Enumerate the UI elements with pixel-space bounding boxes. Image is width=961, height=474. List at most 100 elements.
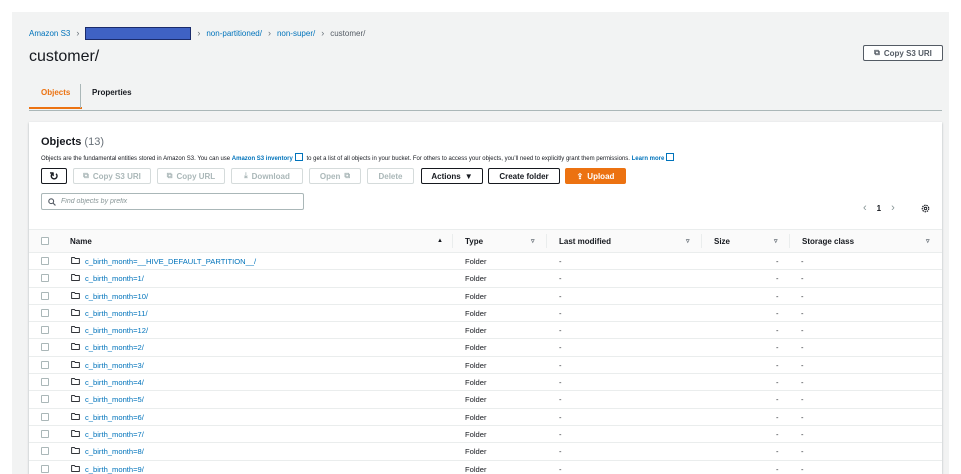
column-header-name[interactable]: Name <box>70 237 92 246</box>
object-size: - <box>776 343 779 353</box>
row-checkbox[interactable] <box>41 395 49 404</box>
row-checkbox[interactable] <box>41 429 49 438</box>
s3-inventory-link[interactable]: Amazon S3 inventory <box>232 156 293 162</box>
table-row[interactable]: c_birth_month=5/ Folder - - - <box>29 391 942 409</box>
object-name-link[interactable]: c_birth_month=5/ <box>85 395 144 404</box>
table-row[interactable]: c_birth_month=__HIVE_DEFAULT_PARTITION__… <box>29 253 942 271</box>
object-name-link[interactable]: c_birth_month=10/ <box>85 292 148 301</box>
table-row[interactable]: c_birth_month=2/ Folder - - - <box>29 339 942 357</box>
table-row[interactable]: c_birth_month=9/ Folder - - - <box>29 461 942 474</box>
breadcrumb-non-super[interactable]: non-super/ <box>277 29 315 38</box>
row-checkbox[interactable] <box>41 343 49 352</box>
column-header-size[interactable]: Size <box>714 237 730 246</box>
upload-button[interactable]: ⇪ Upload <box>565 168 626 184</box>
table-row[interactable]: c_birth_month=8/ Folder - - - <box>29 443 942 461</box>
open-button[interactable]: Open ⧉ <box>309 168 361 184</box>
object-size: - <box>776 412 779 422</box>
object-size: - <box>776 274 779 284</box>
table-row[interactable]: c_birth_month=6/ Folder - - - <box>29 409 942 426</box>
object-name-link[interactable]: c_birth_month=6/ <box>85 413 144 422</box>
copy-s3-uri-toolbar-button[interactable]: ⧉ Copy S3 URI <box>73 168 151 184</box>
object-type: Folder <box>465 308 487 318</box>
object-size: - <box>776 447 779 457</box>
object-name-link[interactable]: c_birth_month=3/ <box>85 361 144 370</box>
row-checkbox[interactable] <box>41 326 49 335</box>
breadcrumb-current: customer/ <box>330 28 366 38</box>
object-storage-class: - <box>801 291 804 301</box>
objects-heading: Objects (13) <box>41 136 104 148</box>
create-folder-button[interactable]: Create folder <box>488 168 560 184</box>
table-row[interactable]: c_birth_month=4/ Folder - - - <box>29 374 942 392</box>
folder-icon <box>71 308 80 316</box>
table-row[interactable]: c_birth_month=10/ Folder - - - <box>29 288 942 305</box>
row-checkbox[interactable] <box>41 464 49 473</box>
object-name-link[interactable]: c_birth_month=4/ <box>85 378 144 387</box>
breadcrumb: Amazon S3 › › non-partitioned/ › non-sup… <box>29 26 365 40</box>
select-all-checkbox[interactable] <box>41 237 49 245</box>
column-header-last-modified[interactable]: Last modified <box>559 237 611 246</box>
row-checkbox[interactable] <box>41 412 49 421</box>
object-size: - <box>776 308 779 318</box>
tab-objects[interactable]: Objects <box>28 88 83 109</box>
object-type: Folder <box>465 257 487 266</box>
gear-icon[interactable] <box>921 204 930 213</box>
sort-icon[interactable]: ▿ <box>774 237 778 245</box>
chevron-left-icon[interactable]: ‹ <box>863 202 867 214</box>
row-checkbox[interactable] <box>41 308 49 317</box>
table-row[interactable]: c_birth_month=3/ Folder - - - <box>29 357 942 375</box>
object-size: - <box>776 464 779 474</box>
column-header-storage-class[interactable]: Storage class <box>802 237 854 246</box>
actions-dropdown[interactable]: Actions ▼ <box>421 168 483 184</box>
upload-icon: ⇪ <box>576 171 584 181</box>
object-storage-class: - <box>801 378 804 388</box>
copy-s3-uri-button[interactable]: ⧉ Copy S3 URI <box>863 45 943 61</box>
row-checkbox[interactable] <box>41 274 49 283</box>
object-type: Folder <box>465 343 487 353</box>
chevron-right-icon: › <box>321 28 325 38</box>
sort-ascending-icon[interactable]: ▲ <box>437 238 443 244</box>
copy-url-button[interactable]: ⧉ Copy URL <box>157 168 225 184</box>
tab-properties[interactable]: Properties <box>92 88 132 97</box>
object-type: Folder <box>465 412 487 422</box>
table-row[interactable]: c_birth_month=12/ Folder - - - <box>29 322 942 340</box>
object-name-link[interactable]: c_birth_month=8/ <box>85 447 144 456</box>
table-row[interactable]: c_birth_month=7/ Folder - - - <box>29 426 942 444</box>
object-name-link[interactable]: c_birth_month=12/ <box>85 326 148 335</box>
download-button[interactable]: ⤓ Download <box>231 168 303 184</box>
chevron-right-icon[interactable]: › <box>891 202 895 214</box>
row-checkbox[interactable] <box>41 360 49 369</box>
column-header-type[interactable]: Type <box>465 237 483 246</box>
object-type: Folder <box>465 360 487 370</box>
object-name-link[interactable]: c_birth_month=7/ <box>85 430 144 439</box>
sort-icon[interactable]: ▿ <box>926 237 930 245</box>
page-number[interactable]: 1 <box>877 204 881 213</box>
create-folder-label: Create folder <box>499 171 549 181</box>
object-storage-class: - <box>801 412 804 422</box>
object-last-modified: - <box>559 412 562 422</box>
object-name-link[interactable]: c_birth_month=9/ <box>85 465 144 474</box>
row-checkbox[interactable] <box>41 257 49 265</box>
breadcrumb-amazon-s3[interactable]: Amazon S3 <box>29 29 70 38</box>
folder-icon <box>71 412 80 420</box>
object-storage-class: - <box>801 429 804 439</box>
row-checkbox[interactable] <box>41 291 49 300</box>
folder-icon <box>71 464 80 472</box>
object-name-link[interactable]: c_birth_month=__HIVE_DEFAULT_PARTITION__… <box>85 257 256 266</box>
table-row[interactable]: c_birth_month=11/ Folder - - - <box>29 305 942 323</box>
object-name-link[interactable]: c_birth_month=11/ <box>85 309 148 318</box>
table-row[interactable]: c_birth_month=1/ Folder - - - <box>29 270 942 288</box>
table-body: c_birth_month=__HIVE_DEFAULT_PARTITION__… <box>29 253 942 474</box>
search-input[interactable] <box>56 198 291 205</box>
row-checkbox[interactable] <box>41 447 49 456</box>
learn-more-link[interactable]: Learn more <box>632 156 665 162</box>
object-name-link[interactable]: c_birth_month=1/ <box>85 274 144 283</box>
delete-button[interactable]: Delete <box>367 168 414 184</box>
row-checkbox[interactable] <box>41 378 49 387</box>
sort-icon[interactable]: ▿ <box>686 237 690 245</box>
sort-icon[interactable]: ▿ <box>531 237 535 245</box>
object-storage-class: - <box>801 360 804 370</box>
object-name-link[interactable]: c_birth_month=2/ <box>85 343 144 352</box>
chevron-right-icon: › <box>267 28 271 38</box>
breadcrumb-non-partitioned[interactable]: non-partitioned/ <box>206 29 262 38</box>
refresh-button[interactable]: ↻ <box>41 168 67 184</box>
